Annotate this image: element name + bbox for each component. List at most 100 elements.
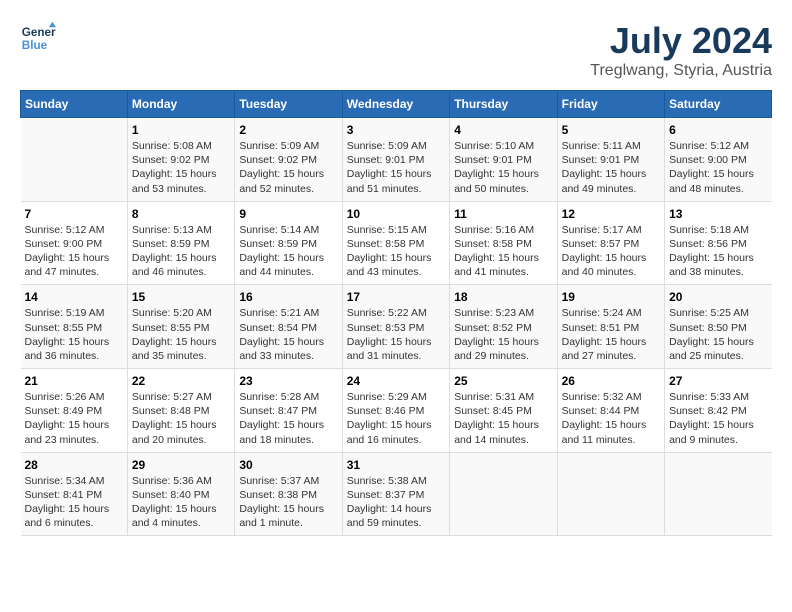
- column-header-thursday: Thursday: [450, 91, 557, 118]
- day-number: 2: [239, 123, 337, 137]
- day-info: Sunrise: 5:09 AMSunset: 9:01 PMDaylight:…: [347, 139, 445, 196]
- day-info: Sunrise: 5:08 AMSunset: 9:02 PMDaylight:…: [132, 139, 230, 196]
- calendar-table: SundayMondayTuesdayWednesdayThursdayFrid…: [20, 90, 772, 536]
- calendar-cell: 17 Sunrise: 5:22 AMSunset: 8:53 PMDayligh…: [342, 285, 449, 369]
- calendar-cell: 28 Sunrise: 5:34 AMSunset: 8:41 PMDayligh…: [21, 452, 128, 536]
- calendar-cell: [21, 118, 128, 202]
- day-number: 5: [562, 123, 660, 137]
- day-number: 14: [25, 290, 123, 304]
- day-info: Sunrise: 5:12 AMSunset: 9:00 PMDaylight:…: [669, 139, 767, 196]
- calendar-cell: 24Sunrise: 5:29 AMSunset: 8:46 PMDayligh…: [342, 369, 449, 453]
- day-info: Sunrise: 5:34 AMSunset: 8:41 PMDaylight:…: [25, 474, 123, 531]
- day-info: Sunrise: 5:18 AMSunset: 8:56 PMDaylight:…: [669, 223, 767, 280]
- day-number: 30: [239, 458, 337, 472]
- day-number: 20: [669, 290, 767, 304]
- calendar-cell: [665, 452, 772, 536]
- column-header-wednesday: Wednesday: [342, 91, 449, 118]
- day-info: Sunrise: 5:11 AMSunset: 9:01 PMDaylight:…: [562, 139, 660, 196]
- calendar-cell: 8 Sunrise: 5:13 AMSunset: 8:59 PMDaylight…: [127, 201, 234, 285]
- logo-icon: General Blue: [20, 20, 56, 56]
- calendar-cell: [450, 452, 557, 536]
- day-number: 10: [347, 207, 445, 221]
- day-number: 17: [347, 290, 445, 304]
- day-number: 16: [239, 290, 337, 304]
- day-info: Sunrise: 5:28 AMSunset: 8:47 PMDaylight:…: [239, 390, 337, 447]
- calendar-cell: 20 Sunrise: 5:25 AMSunset: 8:50 PMDayligh…: [665, 285, 772, 369]
- main-title: July 2024: [590, 20, 772, 62]
- calendar-cell: 6 Sunrise: 5:12 AMSunset: 9:00 PMDaylight…: [665, 118, 772, 202]
- calendar-week-3: 14 Sunrise: 5:19 AMSunset: 8:55 PMDayligh…: [21, 285, 772, 369]
- calendar-cell: 7Sunrise: 5:12 AMSunset: 9:00 PMDaylight…: [21, 201, 128, 285]
- day-info: Sunrise: 5:10 AMSunset: 9:01 PMDaylight:…: [454, 139, 552, 196]
- day-info: Sunrise: 5:32 AMSunset: 8:44 PMDaylight:…: [562, 390, 660, 447]
- column-header-monday: Monday: [127, 91, 234, 118]
- page-header: General Blue July 2024 Treglwang, Styria…: [20, 20, 772, 80]
- day-number: 12: [562, 207, 660, 221]
- day-number: 4: [454, 123, 552, 137]
- calendar-cell: 9 Sunrise: 5:14 AMSunset: 8:59 PMDaylight…: [235, 201, 342, 285]
- day-number: 28: [25, 458, 123, 472]
- calendar-cell: 11Sunrise: 5:16 AMSunset: 8:58 PMDayligh…: [450, 201, 557, 285]
- calendar-cell: 1Sunrise: 5:08 AMSunset: 9:02 PMDaylight…: [127, 118, 234, 202]
- calendar-cell: 25Sunrise: 5:31 AMSunset: 8:45 PMDayligh…: [450, 369, 557, 453]
- calendar-cell: 12 Sunrise: 5:17 AMSunset: 8:57 PMDayligh…: [557, 201, 664, 285]
- day-number: 6: [669, 123, 767, 137]
- calendar-cell: 30Sunrise: 5:37 AMSunset: 8:38 PMDayligh…: [235, 452, 342, 536]
- day-number: 3: [347, 123, 445, 137]
- calendar-header: SundayMondayTuesdayWednesdayThursdayFrid…: [21, 91, 772, 118]
- calendar-week-1: 1Sunrise: 5:08 AMSunset: 9:02 PMDaylight…: [21, 118, 772, 202]
- calendar-body: 1Sunrise: 5:08 AMSunset: 9:02 PMDaylight…: [21, 118, 772, 536]
- calendar-cell: 14 Sunrise: 5:19 AMSunset: 8:55 PMDayligh…: [21, 285, 128, 369]
- logo: General Blue: [20, 20, 56, 56]
- day-number: 22: [132, 374, 230, 388]
- calendar-cell: 23Sunrise: 5:28 AMSunset: 8:47 PMDayligh…: [235, 369, 342, 453]
- day-info: Sunrise: 5:14 AMSunset: 8:59 PMDaylight:…: [239, 223, 337, 280]
- day-info: Sunrise: 5:27 AMSunset: 8:48 PMDaylight:…: [132, 390, 230, 447]
- day-info: Sunrise: 5:13 AMSunset: 8:59 PMDaylight:…: [132, 223, 230, 280]
- column-header-saturday: Saturday: [665, 91, 772, 118]
- calendar-cell: 21Sunrise: 5:26 AMSunset: 8:49 PMDayligh…: [21, 369, 128, 453]
- column-header-friday: Friday: [557, 91, 664, 118]
- day-info: Sunrise: 5:15 AMSunset: 8:58 PMDaylight:…: [347, 223, 445, 280]
- calendar-cell: 4 Sunrise: 5:10 AMSunset: 9:01 PMDaylight…: [450, 118, 557, 202]
- day-info: Sunrise: 5:33 AMSunset: 8:42 PMDaylight:…: [669, 390, 767, 447]
- column-header-tuesday: Tuesday: [235, 91, 342, 118]
- svg-text:General: General: [22, 26, 56, 39]
- day-number: 19: [562, 290, 660, 304]
- day-info: Sunrise: 5:38 AMSunset: 8:37 PMDaylight:…: [347, 474, 445, 531]
- day-number: 24: [347, 374, 445, 388]
- day-number: 11: [454, 207, 552, 221]
- subtitle: Treglwang, Styria, Austria: [590, 62, 772, 80]
- calendar-cell: 15Sunrise: 5:20 AMSunset: 8:55 PMDayligh…: [127, 285, 234, 369]
- calendar-cell: 26 Sunrise: 5:32 AMSunset: 8:44 PMDayligh…: [557, 369, 664, 453]
- day-number: 8: [132, 207, 230, 221]
- calendar-week-5: 28 Sunrise: 5:34 AMSunset: 8:41 PMDayligh…: [21, 452, 772, 536]
- calendar-cell: [557, 452, 664, 536]
- calendar-cell: 2 Sunrise: 5:09 AMSunset: 9:02 PMDaylight…: [235, 118, 342, 202]
- day-info: Sunrise: 5:23 AMSunset: 8:52 PMDaylight:…: [454, 306, 552, 363]
- day-number: 25: [454, 374, 552, 388]
- day-number: 9: [239, 207, 337, 221]
- day-info: Sunrise: 5:22 AMSunset: 8:53 PMDaylight:…: [347, 306, 445, 363]
- day-info: Sunrise: 5:24 AMSunset: 8:51 PMDaylight:…: [562, 306, 660, 363]
- svg-text:Blue: Blue: [22, 39, 48, 52]
- day-number: 26: [562, 374, 660, 388]
- calendar-cell: 18 Sunrise: 5:23 AMSunset: 8:52 PMDayligh…: [450, 285, 557, 369]
- day-info: Sunrise: 5:25 AMSunset: 8:50 PMDaylight:…: [669, 306, 767, 363]
- day-info: Sunrise: 5:12 AMSunset: 9:00 PMDaylight:…: [25, 223, 123, 280]
- calendar-cell: 13 Sunrise: 5:18 AMSunset: 8:56 PMDayligh…: [665, 201, 772, 285]
- day-info: Sunrise: 5:21 AMSunset: 8:54 PMDaylight:…: [239, 306, 337, 363]
- day-info: Sunrise: 5:17 AMSunset: 8:57 PMDaylight:…: [562, 223, 660, 280]
- day-info: Sunrise: 5:09 AMSunset: 9:02 PMDaylight:…: [239, 139, 337, 196]
- day-number: 13: [669, 207, 767, 221]
- calendar-cell: 31 Sunrise: 5:38 AMSunset: 8:37 PMDayligh…: [342, 452, 449, 536]
- day-info: Sunrise: 5:20 AMSunset: 8:55 PMDaylight:…: [132, 306, 230, 363]
- title-block: July 2024 Treglwang, Styria, Austria: [590, 20, 772, 80]
- day-number: 18: [454, 290, 552, 304]
- day-number: 29: [132, 458, 230, 472]
- day-info: Sunrise: 5:19 AMSunset: 8:55 PMDaylight:…: [25, 306, 123, 363]
- day-number: 31: [347, 458, 445, 472]
- day-info: Sunrise: 5:26 AMSunset: 8:49 PMDaylight:…: [25, 390, 123, 447]
- column-header-sunday: Sunday: [21, 91, 128, 118]
- calendar-week-2: 7Sunrise: 5:12 AMSunset: 9:00 PMDaylight…: [21, 201, 772, 285]
